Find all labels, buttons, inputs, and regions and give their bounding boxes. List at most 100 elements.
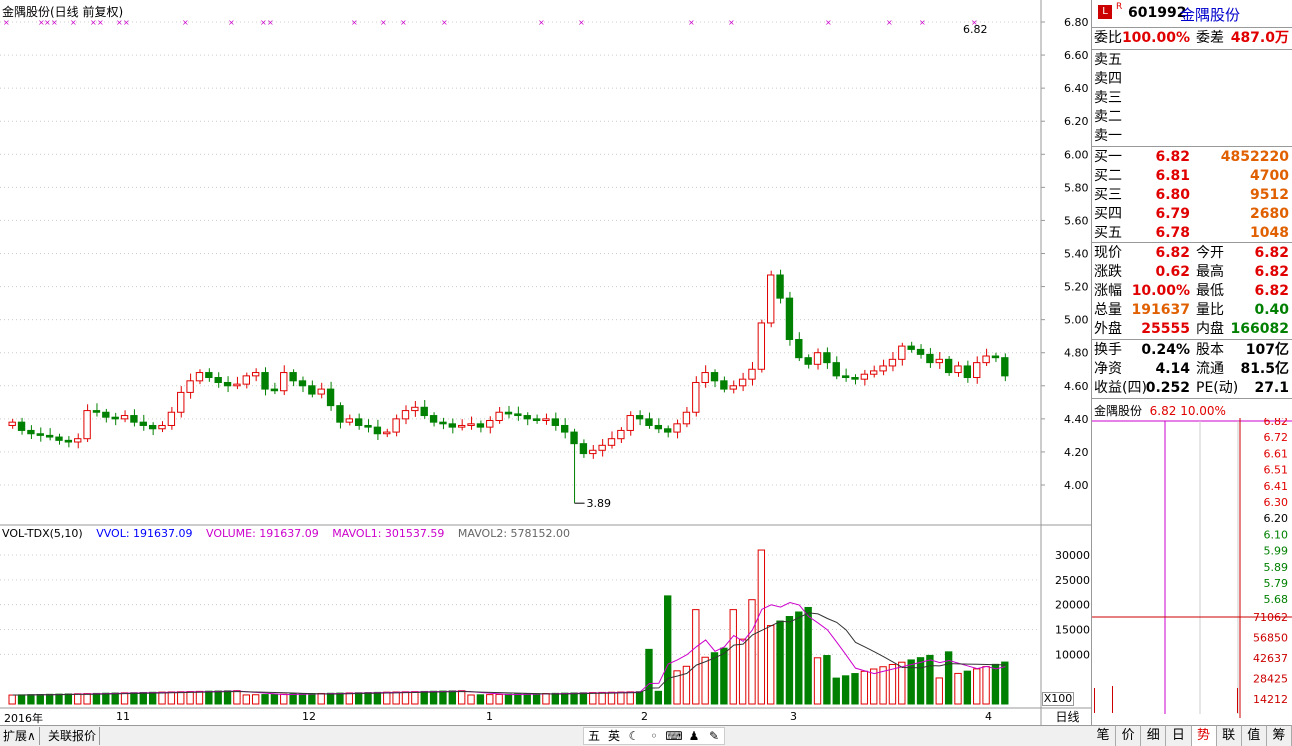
candle bbox=[411, 406, 419, 412]
tab-7[interactable]: 筹 bbox=[1266, 725, 1292, 746]
sell-row: 卖四 bbox=[1094, 71, 1122, 87]
volume-bar bbox=[514, 693, 522, 705]
mini-price-label: 6.61 bbox=[1264, 447, 1289, 460]
volume-bar bbox=[1001, 661, 1009, 705]
tool-icon-3[interactable]: ◦ bbox=[644, 728, 664, 744]
kline-chart[interactable]: 6.80 6.60 6.40 6.20 6.00 5.80 5.60 5.40 5.20 5.00… bbox=[0, 0, 1091, 725]
bottom-bar: 扩展∧ 关联报价 五英 ☾ ◦ ⌨ ♟ ✎ bbox=[0, 725, 1091, 746]
volume-bar bbox=[813, 657, 822, 705]
tool-icon-2[interactable]: ☾ bbox=[624, 728, 644, 744]
candle bbox=[514, 413, 522, 417]
volume-bar bbox=[139, 691, 147, 705]
candle bbox=[373, 426, 382, 435]
candle bbox=[832, 362, 840, 377]
tool-icon-0[interactable]: 五 bbox=[584, 728, 604, 744]
sell-row: 卖二 bbox=[1094, 109, 1122, 125]
candle bbox=[776, 274, 784, 299]
volume-bar bbox=[27, 694, 35, 705]
volume-bar bbox=[83, 693, 91, 705]
candle bbox=[392, 418, 400, 433]
buy-row: 买五 6.78 1048 bbox=[1094, 225, 1289, 241]
volume-bar bbox=[598, 691, 606, 705]
tab-6[interactable]: 值 bbox=[1241, 725, 1267, 746]
volume-bar bbox=[626, 691, 634, 705]
volume-bar bbox=[242, 694, 250, 705]
tab-2[interactable]: 细 bbox=[1141, 725, 1167, 746]
expand-tab[interactable]: 扩展∧ bbox=[0, 727, 40, 745]
candle bbox=[1001, 357, 1009, 377]
candle bbox=[486, 420, 494, 428]
candle bbox=[74, 438, 82, 443]
candle bbox=[336, 405, 344, 423]
candle bbox=[898, 345, 906, 360]
volume-bar bbox=[944, 651, 953, 705]
tool-icon-1[interactable]: 英 bbox=[604, 728, 624, 744]
volume-bar bbox=[92, 692, 101, 705]
volume-bar bbox=[720, 647, 728, 705]
candle bbox=[27, 429, 35, 435]
volume-axis-label: 30000 bbox=[1055, 549, 1090, 562]
tool-icon-6[interactable]: ✎ bbox=[704, 728, 724, 744]
candle bbox=[364, 424, 372, 428]
tab-0[interactable]: 笔 bbox=[1091, 725, 1117, 746]
candle bbox=[626, 415, 634, 431]
candle bbox=[261, 372, 269, 390]
signal-mark: × bbox=[886, 18, 893, 27]
candle bbox=[851, 377, 859, 380]
volume-bar bbox=[963, 670, 972, 705]
tool-icon-4[interactable]: ⌨ bbox=[664, 728, 684, 744]
volume-bar bbox=[785, 616, 794, 705]
candle bbox=[888, 358, 897, 367]
candle bbox=[148, 424, 157, 430]
volume-axis-label: 25000 bbox=[1055, 574, 1090, 587]
candle bbox=[738, 378, 747, 387]
volume-bar bbox=[954, 672, 962, 705]
mini-title: 金隅股份 6.82 10.00% bbox=[1094, 404, 1226, 418]
mini-volume-label: 28425 bbox=[1253, 673, 1288, 686]
mini-intraday-chart[interactable]: 6.82 6.72 6.61 6.51 6.41 6.30 6.20 6.10 5.99 5.89… bbox=[1092, 418, 1292, 718]
volume-bar bbox=[664, 595, 672, 705]
candle bbox=[326, 388, 335, 407]
volume-bar bbox=[345, 692, 353, 705]
volume-bar bbox=[579, 692, 588, 705]
weibi-row: 委比 100.00% 委差 487.0万 bbox=[1094, 30, 1289, 46]
fundamental-row: 净资 4.14 流通 81.5亿 bbox=[1094, 361, 1289, 377]
candle bbox=[289, 372, 297, 382]
candle bbox=[139, 421, 147, 426]
period-label[interactable]: 日线 bbox=[1044, 709, 1091, 725]
tab-5[interactable]: 联 bbox=[1216, 725, 1242, 746]
candle bbox=[841, 375, 850, 379]
volume-axis-label: 10000 bbox=[1055, 648, 1090, 661]
candle bbox=[954, 365, 962, 374]
volume-bar bbox=[130, 692, 138, 705]
tab-3[interactable]: 日 bbox=[1166, 725, 1192, 746]
signal-mark: × bbox=[441, 18, 448, 27]
candle bbox=[645, 418, 653, 426]
x100-button[interactable]: X100 bbox=[1042, 692, 1074, 706]
volume-bar bbox=[298, 693, 307, 705]
volume-bar bbox=[589, 692, 597, 705]
vvol-value: VVOL: 191637.09 bbox=[96, 527, 193, 540]
volume-bar bbox=[607, 691, 616, 705]
volume-bar bbox=[767, 625, 775, 705]
volume-bar bbox=[336, 692, 344, 705]
candle bbox=[448, 423, 456, 428]
volume-bar bbox=[795, 611, 803, 705]
volume-bar bbox=[748, 599, 756, 705]
x-axis-label: 2016年 bbox=[4, 712, 43, 725]
candle bbox=[607, 438, 616, 446]
candle bbox=[223, 381, 232, 387]
related-quotes-tab[interactable]: 关联报价 bbox=[45, 727, 101, 745]
candle bbox=[92, 410, 101, 413]
x-axis-label: 3 bbox=[790, 710, 797, 723]
volume-bar bbox=[326, 692, 335, 705]
stat-row: 涨跌 0.62 最高 6.82 bbox=[1094, 264, 1289, 280]
tab-1[interactable]: 价 bbox=[1116, 725, 1142, 746]
candle bbox=[973, 362, 981, 379]
candle bbox=[354, 418, 363, 426]
tool-icon-5[interactable]: ♟ bbox=[684, 728, 704, 744]
volume-bar bbox=[888, 663, 897, 705]
tab-4[interactable]: 势 bbox=[1191, 725, 1217, 746]
mini-volume-label: 14212 bbox=[1253, 693, 1288, 706]
candle bbox=[720, 380, 728, 390]
